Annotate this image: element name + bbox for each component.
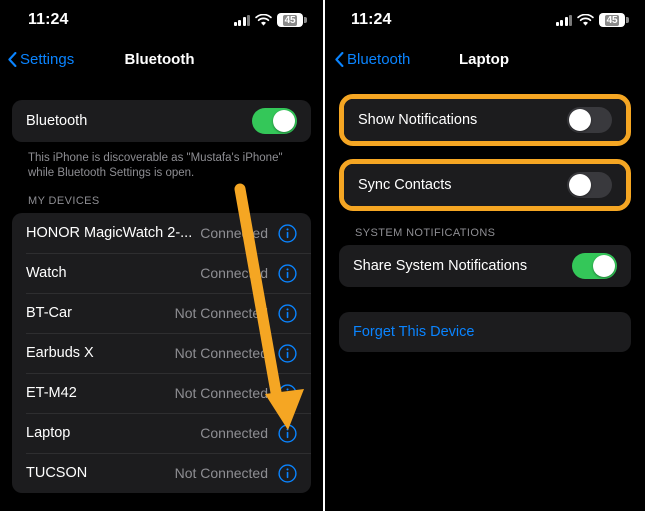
status-bar-time: 11:24: [351, 11, 392, 28]
share-system-notifications-label: Share System Notifications: [353, 258, 528, 274]
back-button-label: Bluetooth: [347, 50, 411, 68]
device-status: Connected: [200, 425, 268, 441]
sync-contacts-highlight-box: Sync Contacts: [339, 159, 631, 211]
sync-contacts-card: Sync Contacts: [344, 164, 626, 206]
device-status: Connected: [200, 225, 268, 241]
sync-contacts-row[interactable]: Sync Contacts: [344, 164, 626, 206]
battery-level-label: 45: [604, 14, 620, 26]
share-system-notifications-toggle[interactable]: [572, 253, 617, 279]
show-notifications-toggle[interactable]: [567, 107, 612, 133]
wifi-icon: [255, 13, 272, 26]
info-circle-icon[interactable]: [278, 383, 297, 403]
wifi-icon: [577, 13, 594, 26]
right-phone-screen-laptop-device-settings: 11:24 45 Bluetooth Laptop Show Notificat…: [325, 0, 645, 511]
device-name: Earbuds X: [26, 345, 94, 361]
table-row[interactable]: Laptop Connected: [12, 413, 311, 453]
table-row[interactable]: BT-Car Not Connected: [12, 293, 311, 333]
share-system-notifications-row[interactable]: Share System Notifications: [339, 245, 631, 287]
table-row[interactable]: Watch Connected: [12, 253, 311, 293]
back-button-settings[interactable]: Settings: [0, 51, 74, 68]
left-phone-screen-bluetooth-settings: 11:24 45 Settings Bluetooth Bluetooth Th…: [0, 0, 323, 511]
status-bar: 11:24 45: [325, 0, 645, 40]
chevron-left-icon: [8, 51, 17, 67]
device-name: BT-Car: [26, 305, 72, 321]
bluetooth-toggle-card: Bluetooth: [12, 100, 311, 142]
table-row[interactable]: HONOR MagicWatch 2-... Connected: [12, 213, 311, 253]
show-notifications-highlight-box: Show Notifications: [339, 94, 631, 146]
share-system-notifications-card: Share System Notifications: [339, 245, 631, 287]
battery-icon: 45: [277, 13, 307, 27]
device-name: TUCSON: [26, 465, 88, 481]
back-button-label: Settings: [20, 50, 75, 68]
left-content: Bluetooth This iPhone is discoverable as…: [0, 100, 323, 493]
my-devices-section-header: MY DEVICES: [28, 195, 100, 207]
bluetooth-toggle-switch[interactable]: [252, 108, 297, 134]
cellular-signal-icon: [555, 14, 572, 26]
show-notifications-label: Show Notifications: [358, 112, 478, 128]
forget-device-card: Forget This Device: [339, 312, 631, 352]
info-circle-icon[interactable]: [278, 263, 297, 283]
navigation-bar: Settings Bluetooth: [0, 40, 323, 78]
info-circle-icon[interactable]: [278, 343, 297, 363]
info-circle-icon[interactable]: [278, 223, 297, 243]
show-notifications-card: Show Notifications: [344, 99, 626, 141]
device-name: Watch: [26, 265, 67, 281]
info-circle-icon[interactable]: [278, 423, 297, 443]
status-bar: 11:24 45: [0, 0, 323, 40]
back-button-bluetooth[interactable]: Bluetooth: [325, 51, 410, 68]
battery-icon: 45: [599, 13, 629, 27]
bluetooth-toggle-label: Bluetooth: [26, 113, 88, 129]
table-row[interactable]: TUCSON Not Connected: [12, 453, 311, 493]
right-content: Show Notifications Sync Contacts SYSTEM …: [325, 94, 645, 352]
navigation-bar: Bluetooth Laptop: [325, 40, 645, 78]
my-devices-list: HONOR MagicWatch 2-... Connected Watch C…: [12, 213, 311, 493]
status-bar-time: 11:24: [28, 11, 69, 28]
system-notifications-section-header: SYSTEM NOTIFICATIONS: [355, 227, 496, 239]
device-status: Not Connected: [174, 345, 268, 361]
device-status: Not Connected: [174, 305, 268, 321]
status-bar-indicators: 45: [233, 13, 307, 27]
info-circle-icon[interactable]: [278, 463, 297, 483]
bluetooth-toggle-row[interactable]: Bluetooth: [12, 100, 311, 142]
discoverable-footnote: This iPhone is discoverable as "Mustafa'…: [28, 152, 283, 179]
dual-screenshot-comparison: 11:24 45 Settings Bluetooth Bluetooth Th…: [0, 0, 645, 511]
cellular-signal-icon: [233, 14, 250, 26]
device-name: ET-M42: [26, 385, 77, 401]
chevron-left-icon: [335, 51, 344, 67]
sync-contacts-label: Sync Contacts: [358, 177, 452, 193]
device-status: Connected: [200, 265, 268, 281]
sync-contacts-toggle[interactable]: [567, 172, 612, 198]
device-status: Not Connected: [174, 385, 268, 401]
device-status: Not Connected: [174, 465, 268, 481]
info-circle-icon[interactable]: [278, 303, 297, 323]
device-name: Laptop: [26, 425, 71, 441]
table-row[interactable]: ET-M42 Not Connected: [12, 373, 311, 413]
device-name: HONOR MagicWatch 2-...: [26, 225, 193, 241]
table-row[interactable]: Earbuds X Not Connected: [12, 333, 311, 373]
forget-this-device-row[interactable]: Forget This Device: [339, 312, 631, 352]
battery-level-label: 45: [282, 14, 298, 26]
show-notifications-row[interactable]: Show Notifications: [344, 99, 626, 141]
status-bar-indicators: 45: [555, 13, 629, 27]
forget-this-device-label: Forget This Device: [353, 324, 475, 340]
